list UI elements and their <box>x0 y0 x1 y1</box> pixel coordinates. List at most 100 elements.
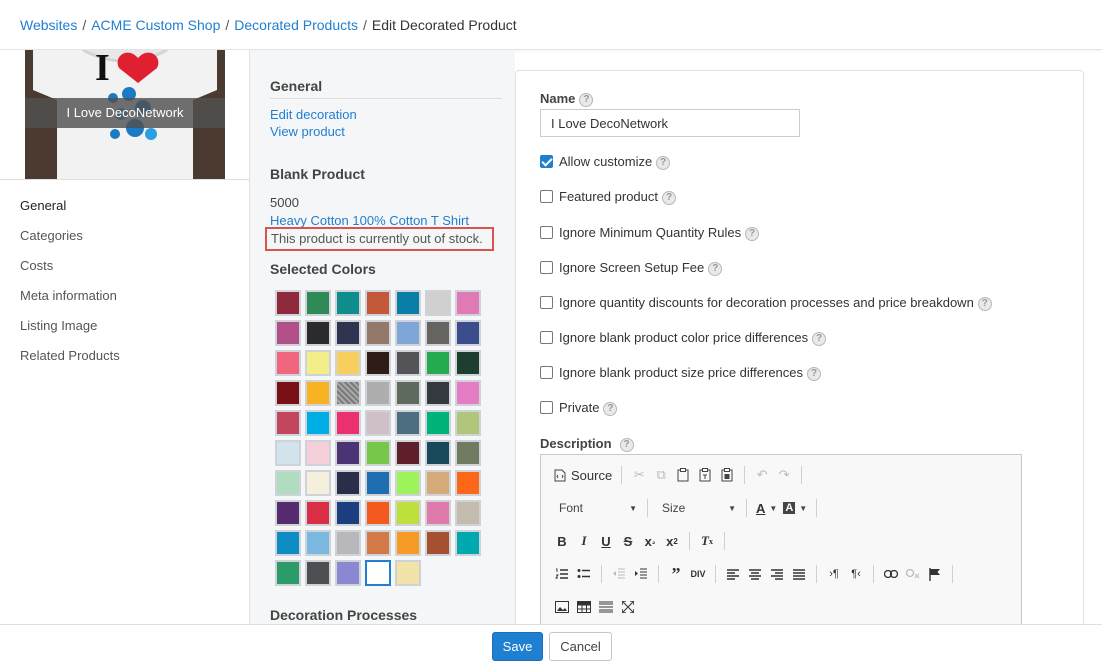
help-icon[interactable]: ? <box>745 226 760 241</box>
color-swatch[interactable] <box>395 290 421 316</box>
horizontal-line-icon[interactable] <box>595 596 617 618</box>
color-swatch[interactable] <box>425 410 451 436</box>
help-icon[interactable]: ? <box>656 155 671 170</box>
color-swatch[interactable] <box>455 380 481 406</box>
source-button[interactable]: Source <box>551 464 615 486</box>
anchor-flag-icon[interactable] <box>924 563 946 585</box>
color-swatch[interactable] <box>275 500 301 526</box>
color-swatch[interactable] <box>395 530 421 556</box>
blockquote-icon[interactable]: ” <box>665 563 687 585</box>
subscript-icon[interactable]: x₂ <box>639 530 661 552</box>
color-swatch[interactable] <box>395 440 421 466</box>
save-button[interactable]: Save <box>492 632 543 661</box>
bulleted-list-icon[interactable] <box>573 563 595 585</box>
color-swatch[interactable] <box>335 410 361 436</box>
breadcrumb-shop[interactable]: ACME Custom Shop <box>91 17 220 33</box>
color-swatch[interactable] <box>365 410 391 436</box>
color-swatch[interactable] <box>335 560 361 586</box>
paste-word-icon[interactable] <box>716 464 738 486</box>
ignore-qty-discounts-checkbox[interactable] <box>540 296 553 310</box>
color-swatch[interactable] <box>335 380 361 406</box>
breadcrumb-decorated-products[interactable]: Decorated Products <box>234 17 358 33</box>
featured-product-checkbox[interactable] <box>540 190 553 204</box>
color-swatch[interactable] <box>395 350 421 376</box>
remove-format-icon[interactable]: Tx <box>696 530 718 552</box>
color-swatch[interactable] <box>305 410 331 436</box>
help-icon[interactable]: ? <box>662 190 677 205</box>
unlink-icon[interactable] <box>902 563 924 585</box>
underline-icon[interactable]: U <box>595 530 617 552</box>
color-swatch[interactable] <box>365 560 391 586</box>
edit-decoration-link[interactable]: Edit decoration <box>270 107 357 122</box>
color-swatch[interactable] <box>275 410 301 436</box>
color-swatch[interactable] <box>455 350 481 376</box>
color-swatch[interactable] <box>455 290 481 316</box>
color-swatch[interactable] <box>425 320 451 346</box>
align-left-icon[interactable] <box>722 563 744 585</box>
ignore-min-qty-checkbox[interactable] <box>540 226 553 240</box>
justify-icon[interactable] <box>788 563 810 585</box>
color-swatch[interactable] <box>365 470 391 496</box>
color-swatch[interactable] <box>395 320 421 346</box>
undo-icon[interactable]: ↶ <box>751 464 773 486</box>
color-swatch[interactable] <box>305 560 331 586</box>
image-icon[interactable] <box>551 596 573 618</box>
view-product-link[interactable]: View product <box>270 124 345 139</box>
align-center-icon[interactable] <box>744 563 766 585</box>
color-swatch[interactable] <box>335 440 361 466</box>
help-icon[interactable]: ? <box>812 331 827 346</box>
color-swatch[interactable] <box>305 290 331 316</box>
color-swatch[interactable] <box>335 470 361 496</box>
background-color-icon[interactable]: A ▼ <box>780 497 810 519</box>
color-swatch[interactable] <box>275 530 301 556</box>
color-swatch[interactable] <box>335 500 361 526</box>
color-swatch[interactable] <box>335 530 361 556</box>
color-swatch[interactable] <box>365 380 391 406</box>
color-swatch[interactable] <box>305 530 331 556</box>
help-icon[interactable]: ? <box>603 401 618 416</box>
color-swatch[interactable] <box>395 500 421 526</box>
color-swatch[interactable] <box>455 530 481 556</box>
maximize-icon[interactable] <box>617 596 639 618</box>
color-swatch[interactable] <box>395 410 421 436</box>
color-swatch[interactable] <box>365 350 391 376</box>
help-icon[interactable]: ? <box>807 366 822 381</box>
cancel-button[interactable]: Cancel <box>549 632 612 661</box>
cut-icon[interactable]: ✂ <box>628 464 650 486</box>
link-icon[interactable] <box>880 563 902 585</box>
name-input[interactable] <box>540 109 800 137</box>
div-container-icon[interactable]: DIV <box>687 563 709 585</box>
ignore-color-price-checkbox[interactable] <box>540 331 553 345</box>
color-swatch[interactable] <box>425 350 451 376</box>
color-swatch[interactable] <box>455 410 481 436</box>
color-swatch[interactable] <box>365 530 391 556</box>
color-swatch[interactable] <box>275 350 301 376</box>
copy-icon[interactable]: ⧉ <box>650 464 672 486</box>
sidebar-item-meta-information[interactable]: Meta information <box>0 288 249 318</box>
color-swatch[interactable] <box>305 440 331 466</box>
color-swatch[interactable] <box>275 320 301 346</box>
color-swatch[interactable] <box>425 530 451 556</box>
size-select[interactable]: Size ▼ <box>654 497 740 519</box>
color-swatch[interactable] <box>275 560 301 586</box>
color-swatch[interactable] <box>275 440 301 466</box>
color-swatch[interactable] <box>275 290 301 316</box>
text-direction-rtl-icon[interactable]: ¶‹ <box>845 563 867 585</box>
ignore-size-price-row[interactable]: Ignore blank product size price differen… <box>540 365 822 383</box>
color-swatch[interactable] <box>395 560 421 586</box>
indent-icon[interactable] <box>630 563 652 585</box>
ignore-qty-discounts-row[interactable]: Ignore quantity discounts for decoration… <box>540 295 992 313</box>
color-swatch[interactable] <box>365 500 391 526</box>
breadcrumb-websites[interactable]: Websites <box>20 17 77 33</box>
private-row[interactable]: Private? <box>540 400 618 418</box>
align-right-icon[interactable] <box>766 563 788 585</box>
color-swatch[interactable] <box>395 380 421 406</box>
color-swatch[interactable] <box>365 290 391 316</box>
allow-customize-checkbox[interactable] <box>540 155 553 169</box>
color-swatch[interactable] <box>425 440 451 466</box>
sidebar-item-listing-image[interactable]: Listing Image <box>0 318 249 348</box>
color-swatch[interactable] <box>425 290 451 316</box>
strikethrough-icon[interactable]: S <box>617 530 639 552</box>
help-icon[interactable]: ? <box>708 261 723 276</box>
color-swatch[interactable] <box>305 500 331 526</box>
